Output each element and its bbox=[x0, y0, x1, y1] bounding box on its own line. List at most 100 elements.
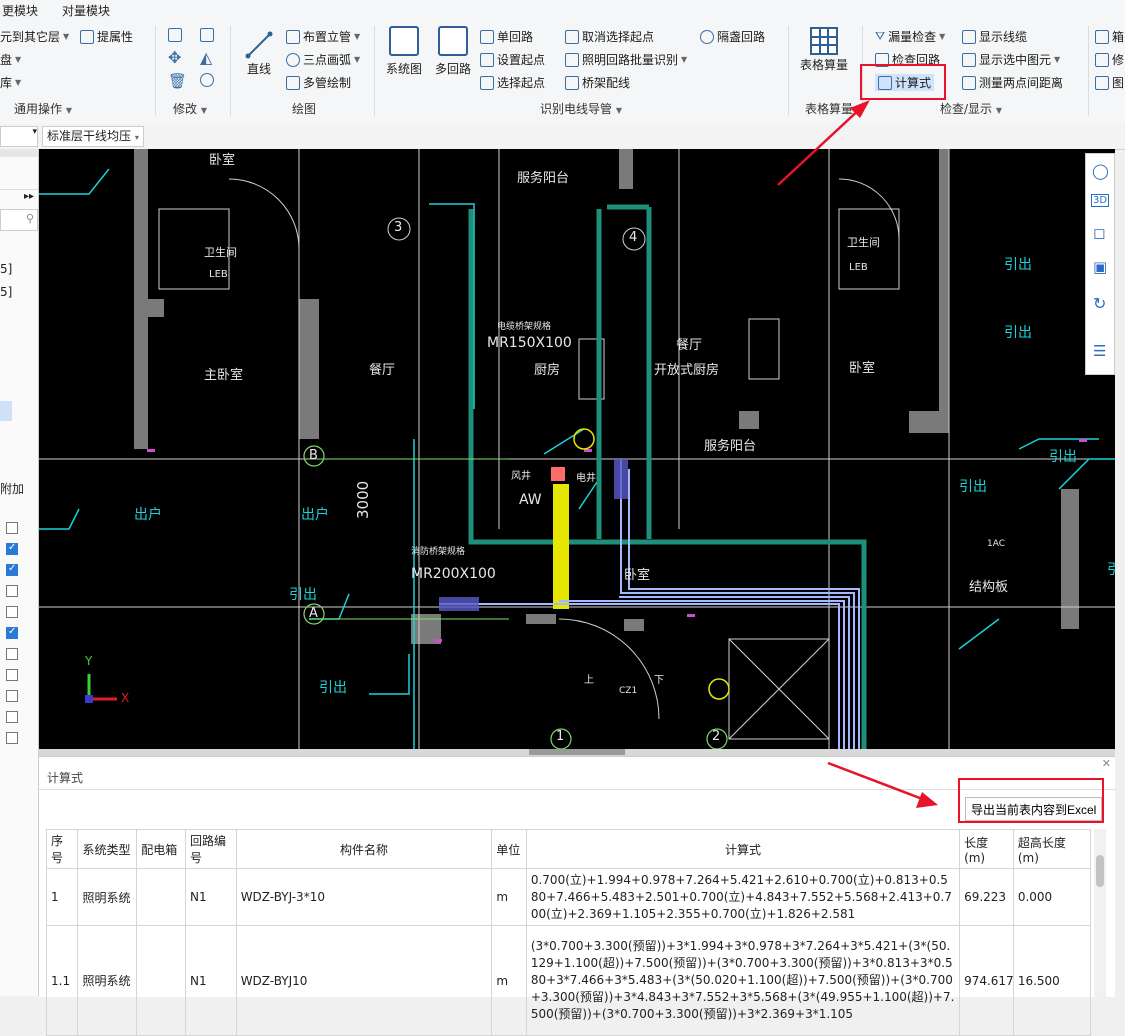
group-identify-label[interactable]: 识别电线导管 ▼ bbox=[540, 100, 622, 117]
row-unit: m bbox=[491, 868, 527, 926]
show-cables-icon bbox=[962, 29, 976, 44]
axis-label: 3 bbox=[394, 220, 403, 235]
move-icon[interactable]: ✥ bbox=[168, 48, 181, 67]
checkbox[interactable] bbox=[6, 732, 18, 744]
search-icon: ⚲ bbox=[25, 212, 34, 225]
set-start-icon bbox=[480, 52, 494, 67]
col-header[interactable]: 回路编号 bbox=[184, 829, 237, 869]
table-grid-icon bbox=[810, 27, 838, 55]
repair-button[interactable]: 修 bbox=[1095, 51, 1124, 68]
missing-check-button[interactable]: ⛛ 漏量检查 ▼ bbox=[875, 28, 945, 45]
checkbox[interactable] bbox=[6, 690, 18, 702]
mirror-icon[interactable]: ◭ bbox=[200, 48, 212, 67]
checkbox[interactable] bbox=[6, 669, 18, 681]
disk-button[interactable]: 盘 ▼ bbox=[0, 51, 21, 68]
measure-distance-button[interactable]: 测量两点间距离 bbox=[962, 74, 1063, 91]
col-header[interactable]: 计算式 bbox=[525, 829, 961, 869]
3d-view-icon[interactable]: 3D bbox=[1091, 194, 1110, 207]
floor-dropdown[interactable]: ▾ bbox=[0, 126, 38, 147]
lighting-batch-identify-button[interactable]: 照明回路批量识别 ▼ bbox=[565, 51, 687, 68]
multi-circuit-button[interactable]: 多回路 bbox=[435, 26, 471, 77]
floor-plan-drawing bbox=[39, 149, 1115, 749]
checkbox[interactable] bbox=[6, 522, 18, 534]
divider bbox=[39, 789, 1115, 790]
ribbon-divider bbox=[1088, 26, 1089, 116]
room-label: 卧室 bbox=[849, 361, 876, 376]
tab-modify-module[interactable]: 更模块 bbox=[2, 2, 38, 19]
col-header[interactable]: 配电箱 bbox=[136, 829, 186, 869]
layer-select[interactable]: 标准层干线均压 ▾ bbox=[42, 126, 144, 147]
tray-wiring-button[interactable]: 桥架配线 bbox=[565, 74, 630, 91]
ribbon-divider bbox=[374, 26, 375, 116]
col-header[interactable]: 系统类型 bbox=[77, 829, 138, 869]
group-general-ops-label[interactable]: 通用操作 ▼ bbox=[14, 100, 72, 117]
close-icon[interactable]: ✕ bbox=[1102, 757, 1111, 770]
table-calc-button[interactable]: 表格算量 bbox=[800, 26, 848, 73]
cancel-select-start-button[interactable]: 取消选择起点 bbox=[565, 28, 654, 45]
riser-icon bbox=[286, 29, 300, 44]
repair-icon bbox=[1095, 52, 1109, 67]
selected-tree-item[interactable] bbox=[0, 401, 12, 421]
table-row[interactable]: 1.1 照明系统 N1 WDZ-BYJ10 m (3*0.700+3.300(预… bbox=[45, 925, 1092, 1036]
splitter[interactable] bbox=[39, 749, 1115, 756]
layer-list-icon[interactable]: ☰ bbox=[1093, 342, 1106, 360]
checkbox[interactable] bbox=[6, 648, 18, 660]
drawing-button[interactable]: 图 bbox=[1095, 74, 1124, 91]
place-riser-button[interactable]: 布置立管 ▼ bbox=[286, 28, 360, 45]
isolate-icon bbox=[700, 29, 714, 44]
copy-icon[interactable] bbox=[168, 28, 182, 42]
splitter-handle[interactable] bbox=[529, 749, 625, 755]
copy-to-other-floor-button[interactable]: 元到其它层 ▼ bbox=[0, 28, 69, 45]
show-cables-button[interactable]: 显示线缆 bbox=[962, 28, 1027, 45]
rotate-icon[interactable] bbox=[200, 73, 214, 87]
three-point-arc-button[interactable]: 三点画弧 ▼ bbox=[286, 51, 360, 68]
rotate-view-icon[interactable]: ↻ bbox=[1093, 294, 1106, 313]
set-start-button[interactable]: 设置起点 bbox=[480, 51, 545, 68]
line-button[interactable]: 直线 bbox=[244, 30, 274, 77]
orbit-icon[interactable]: ◯ bbox=[1092, 162, 1109, 180]
show-selected-elements-button[interactable]: 显示选中图元 ▼ bbox=[962, 51, 1060, 68]
col-header[interactable]: 单位 bbox=[491, 829, 527, 869]
system-diagram-button[interactable]: 系统图 bbox=[386, 26, 422, 77]
table-row[interactable]: 1 照明系统 N1 WDZ-BYJ-3*10 m 0.700(立)+1.994+… bbox=[45, 868, 1092, 926]
select-start-button[interactable]: 选择起点 bbox=[480, 74, 545, 91]
axis-label: A bbox=[309, 606, 318, 621]
expand-icon[interactable]: ▸▸ bbox=[24, 191, 34, 202]
checkbox[interactable] bbox=[6, 585, 18, 597]
cad-canvas[interactable]: 卧室 服务阳台 卫生间 主卧室 餐厅 厨房 餐厅 开放式厨房 卧室 服务阳台 卫… bbox=[39, 149, 1115, 749]
col-header[interactable]: 超高长度(m) bbox=[1012, 829, 1092, 869]
checkbox[interactable] bbox=[6, 563, 18, 576]
cube-icon[interactable]: ◻ bbox=[1093, 224, 1105, 242]
ribbon-divider bbox=[155, 26, 156, 116]
scrollbar-thumb[interactable] bbox=[1096, 855, 1104, 887]
col-header[interactable]: 构件名称 bbox=[235, 829, 493, 869]
group-modify-label[interactable]: 修改 ▼ bbox=[173, 100, 207, 117]
checkbox[interactable] bbox=[6, 626, 18, 639]
extract-attribute-button[interactable]: 提属性 bbox=[80, 28, 133, 45]
library-button[interactable]: 库 ▼ bbox=[0, 74, 21, 91]
col-header[interactable]: 长度(m) bbox=[959, 829, 1014, 869]
tab-compare-module[interactable]: 对量模块 bbox=[62, 2, 110, 19]
multi-pipe-draw-button[interactable]: 多管绘制 bbox=[286, 74, 351, 91]
table-scrollbar[interactable] bbox=[1094, 829, 1106, 997]
delete-icon[interactable]: 🗑 bbox=[168, 72, 187, 90]
group-draw-label: 绘图 bbox=[292, 102, 317, 116]
ribbon-divider bbox=[230, 26, 231, 116]
paste-icon[interactable] bbox=[200, 28, 214, 42]
checkbox[interactable] bbox=[6, 711, 18, 723]
checkbox[interactable] bbox=[6, 542, 18, 555]
single-circuit-button[interactable]: 单回路 bbox=[480, 28, 533, 45]
col-header[interactable]: 序号 bbox=[45, 829, 79, 869]
formula-highlight-box bbox=[860, 64, 946, 100]
room-label: 开放式厨房 bbox=[654, 363, 720, 378]
row-circuit: N1 bbox=[184, 868, 237, 926]
group-check-display-label[interactable]: 检查/显示 ▼ bbox=[940, 100, 1002, 117]
checkbox[interactable] bbox=[6, 606, 18, 618]
axis-y-label: Y bbox=[85, 654, 93, 668]
box-button[interactable]: 箱 bbox=[1095, 28, 1124, 45]
tray-title-label: 消防桥架规格 bbox=[411, 547, 466, 557]
room-label: 风井 bbox=[511, 471, 531, 482]
cube-solid-icon[interactable]: ▣ bbox=[1093, 258, 1107, 276]
isolate-circuit-button[interactable]: 隔盏回路 bbox=[700, 28, 765, 45]
left-search-input[interactable]: ⚲ bbox=[0, 209, 38, 231]
